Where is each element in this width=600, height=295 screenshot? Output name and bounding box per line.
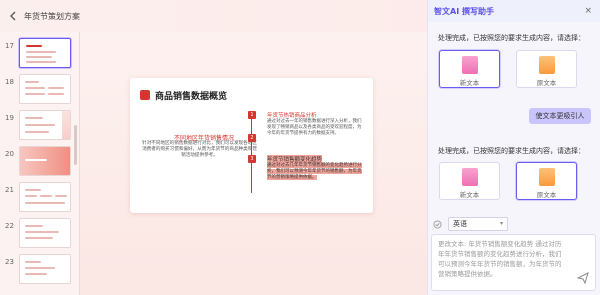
point-heading: 年货节销售额变化趋势	[267, 155, 323, 163]
prompt-input[interactable]: 更改文本: 年货节销售额变化趋势 通过对历年年货节销售额的变化趋势进行分析，我们…	[431, 234, 596, 291]
option-label: 原文本	[536, 79, 557, 87]
assistant-message-1: 处理完成，已按照您的要求生成内容，请选择：	[438, 34, 585, 42]
thumbnail-scrollbar[interactable]	[74, 125, 77, 165]
top-bar: 年货节策划方案	[0, 0, 427, 32]
close-icon[interactable]: ×	[584, 6, 592, 16]
thumbnail-image	[19, 254, 71, 284]
assistant-message-2: 处理完成，已按照您的要求生成内容，请选择：	[438, 147, 585, 155]
option-label: 新文本	[459, 191, 480, 199]
slide-title: 商品销售数据概览	[155, 92, 228, 102]
title-marker-icon	[140, 90, 150, 100]
point-number-badge: 2	[248, 134, 256, 142]
thumbnail-image	[19, 38, 71, 68]
option-label: 新文本	[459, 79, 480, 87]
point-body: 通过对过去几年年货节销售额的变化趋势进行分析，我们可以预测今年年货节的销售额，为…	[267, 163, 363, 180]
option-original-text-1[interactable]: 原文本	[516, 50, 577, 88]
option-new-text-2[interactable]: 新文本	[439, 162, 500, 200]
thumbnail-21[interactable]: 21	[0, 182, 78, 212]
point-body: 通过对过去一年的销售数据进行深入分析，我们发现了畅销商品以及各类商品的受欢迎程度…	[267, 119, 362, 136]
document-title: 年货节策划方案	[24, 11, 80, 21]
thumbnail-image	[19, 146, 71, 176]
language-select[interactable]: 英语 ▾	[448, 217, 508, 231]
current-slide[interactable]: 商品销售数据概览 不同地区年货销售情况 针对不同地区的销售数据进行对比，我们可以…	[130, 78, 373, 213]
thumbnail-number: 22	[5, 222, 14, 230]
check-circle-icon	[432, 219, 442, 229]
slide-header: 商品销售数据概览	[130, 84, 373, 104]
thumbnail-23[interactable]: 23	[0, 254, 78, 284]
panel-title: 智文AI 撰写助手	[434, 6, 494, 16]
send-icon[interactable]	[576, 272, 589, 285]
thumbnail-image	[19, 74, 71, 104]
chevron-down-icon: ▾	[499, 220, 503, 227]
thumbnail-number: 19	[5, 114, 14, 122]
new-text-doc-icon	[462, 168, 478, 186]
thumbnail-19[interactable]: 19	[0, 110, 78, 140]
thumbnail-18[interactable]: 18	[0, 74, 78, 104]
thumbnail-20[interactable]: 20	[0, 146, 78, 176]
option-original-text-2[interactable]: 原文本	[516, 162, 577, 200]
thumbnail-number: 20	[5, 150, 14, 158]
divider-line	[251, 113, 252, 193]
new-text-doc-icon	[462, 56, 478, 74]
language-row: 英语 ▾	[432, 217, 508, 231]
point-heading: 年货节热销商品分析	[267, 113, 317, 119]
thumbnail-number: 23	[5, 258, 14, 266]
selected-text: 通过对过去几年年货节销售额的变化趋势进行分析，我们可以预测今年年货节的销售额，为…	[267, 163, 362, 180]
option-new-text-1[interactable]: 新文本	[439, 50, 500, 88]
original-text-doc-icon	[539, 56, 555, 74]
point-number-badge: 1	[248, 111, 256, 119]
left-body: 针对不同地区的销售数据进行对比，我们可以发现各地区消费者的购买习惯和偏好，从而为…	[142, 141, 257, 158]
thumbnail-number: 21	[5, 186, 14, 194]
slide-thumbnail-strip: 17 18 19 20 21 22 23	[0, 32, 80, 295]
thumbnail-image	[19, 182, 71, 212]
language-value: 英语	[453, 220, 467, 228]
thumbnail-22[interactable]: 22	[0, 218, 78, 248]
thumbnail-number: 18	[5, 78, 14, 86]
thumbnail-image	[19, 218, 71, 248]
back-arrow-icon[interactable]	[6, 9, 20, 23]
original-text-doc-icon	[539, 168, 555, 186]
user-message-bubble: 使文本更吸引人	[529, 108, 591, 124]
thumbnail-number: 17	[5, 42, 14, 50]
option-label: 原文本	[536, 191, 557, 199]
prompt-input-text: 更改文本: 年货节销售额变化趋势 通过对历年年货节销售额的变化趋势进行分析，我们…	[438, 240, 562, 278]
panel-header: 智文AI 撰写助手 ×	[428, 0, 600, 22]
thumbnail-17[interactable]: 17	[0, 38, 78, 68]
thumbnail-image	[19, 110, 71, 140]
point-number-badge: 3	[248, 155, 256, 163]
